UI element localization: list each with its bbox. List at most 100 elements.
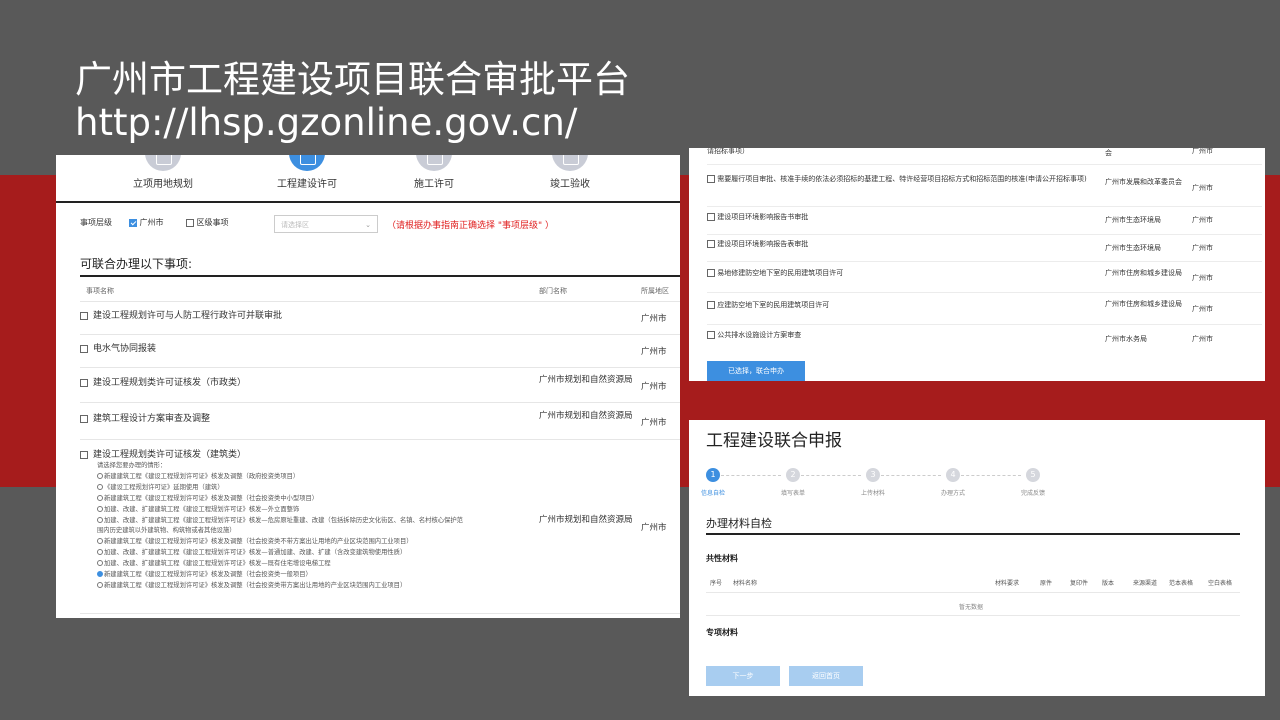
wizard-step-active: 1 信息自检 [689,468,743,497]
checkbox-icon[interactable] [707,213,715,221]
radio-icon[interactable] [97,494,103,501]
item-area: 广州市 [641,523,667,533]
radio-icon[interactable] [97,538,103,545]
level-warning: （请根据办事指南正确选择 "事项层级" ） [387,221,555,231]
radio-icon[interactable] [97,483,103,490]
case-option[interactable]: 加建、改建、扩建建筑工程《建设工程规划许可证》核发—外立面整饰 [97,505,463,516]
wizard-step-number: 2 [786,468,800,482]
screenshot-item-list: 请招标事项） 会 广州市 需要履行项目审批、核准手续的依法必须招标的基建工程、特… [689,148,1265,381]
city-option-label: 广州市 [139,218,164,227]
table-rule [707,261,1262,262]
checkbox-icon[interactable] [80,344,88,353]
case-option[interactable]: 加建、改建、扩建建筑工程《建设工程规划许可证》核发—既有住宅增设电梯工程 [97,559,463,570]
wizard-step: 2 填写表单 [763,468,823,497]
item-name: 公共排水设施设计方案审查 [717,331,802,339]
col-header: 序号 [710,580,723,587]
phase-label: 施工许可 [414,179,454,190]
item-dept: 广州市规划和自然资源局 [539,515,633,525]
form-title: 工程建设联合申报 [706,431,842,451]
city-level-option[interactable]: 广州市 [129,217,164,228]
checkbox-icon[interactable] [707,175,715,183]
table-rule [707,206,1262,207]
radio-selected-icon[interactable] [97,571,103,578]
col-header: 来源渠道 [1133,580,1158,587]
checkbox-icon[interactable] [80,450,88,459]
district-level-option[interactable]: 区级事项 [186,217,229,228]
next-step-button[interactable]: 下一步 [706,666,780,686]
item-dept: 广州市生态环境局 [1105,244,1161,252]
item-dept: 广州市水务局 [1105,335,1147,343]
phase-label: 立项用地规划 [133,179,193,190]
radio-icon[interactable] [97,581,103,588]
case-option-label: 新建建筑工程《建设工程规划许可证》核发及调整（社会投资类带方案出让用地的产业区块… [104,581,407,589]
case-option[interactable]: 新建建筑工程《建设工程规划许可证》核发及调整（政府投资类项目） [97,472,463,483]
checkbox-checked-icon[interactable] [129,218,137,227]
col-header: 复印件 [1070,580,1089,587]
item-dept: 广州市发展和改革委员会 [1105,178,1182,186]
case-option-selected[interactable]: 新建建筑工程《建设工程规划许可证》核发及调整（社会投资类一般项目） [97,570,463,581]
checkbox-icon[interactable] [707,269,715,277]
wizard-step-number: 1 [706,468,720,482]
table-rule [707,324,1262,325]
case-option[interactable]: 新建建筑工程《建设工程规划许可证》核发及调整（社会投资类带方案出让用地的产业区块… [97,581,463,592]
item-area: 广州市 [1192,148,1213,155]
slide-url: http://lhsp.gzonline.gov.cn/ [75,101,578,144]
phase-step-construction[interactable]: 工程建设许可 [237,155,377,190]
item-name: 请招标事项） [707,148,749,155]
empty-table-message: 暂无数据 [959,604,984,611]
item-area: 广州市 [641,347,667,357]
item-area: 广州市 [641,418,667,428]
radio-icon[interactable] [97,505,103,512]
completion-icon [552,155,588,171]
slide-title-text: 广州市工程建设项目联合审批平台 [75,58,630,101]
wizard-step: 4 办理方式 [923,468,983,497]
phase-step-land[interactable]: 立项用地规划 [93,155,233,190]
table-rule [707,292,1262,293]
case-option[interactable]: 加建、改建、扩建建筑工程《建设工程规划许可证》核发—危房原址重建、改建（包括拆除… [97,516,463,527]
case-option[interactable]: 新建建筑工程《建设工程规划许可证》核发及调整（社会投资类中小型项目） [97,494,463,505]
case-option-label: 《建设工程规划许可证》延期使用（建筑） [104,483,224,491]
col-header: 范本表格 [1169,580,1194,587]
radio-icon[interactable] [97,516,103,523]
col-header: 原件 [1040,580,1053,587]
district-select[interactable]: 请选择区 ⌄ [274,215,378,233]
item-area: 广州市 [1192,216,1213,224]
item-dept: 广州市规划和自然资源局 [539,375,633,385]
table-rule [707,234,1262,235]
table-rule [80,439,680,440]
checkbox-icon[interactable] [80,414,88,423]
item-area: 广州市 [641,382,667,392]
item-dept: 广州市住房和城乡建设局 [1105,300,1182,308]
section-divider [80,275,680,277]
checkbox-icon[interactable] [80,378,88,387]
radio-icon[interactable] [97,549,103,556]
wizard-step-label: 上传材料 [860,490,885,497]
checkbox-icon[interactable] [707,331,715,339]
item-name: 建设工程规划许可与人防工程行政许可并联审批 [93,311,283,321]
case-option-label: 加建、改建、扩建建筑工程《建设工程规划许可证》核发—危房原址重建、改建（包括拆除… [104,516,463,524]
phase-step-build[interactable]: 施工许可 [364,155,504,190]
item-name: 建设工程规划类许可证核发（建筑类） [93,450,247,460]
checkbox-icon[interactable] [707,301,715,309]
col-header-dept: 部门名称 [539,287,567,295]
screenshot-joint-application: 工程建设联合申报 1 信息自检 2 填写表单 3 上传材料 4 办理方式 5 完… [689,420,1265,696]
joint-apply-button[interactable]: 已选择，联合申办 [707,361,805,381]
checkbox-icon[interactable] [80,311,88,320]
table-rule [80,367,680,368]
case-option-label: 加建、改建、扩建建筑工程《建设工程规划许可证》核发—既有住宅增设电梯工程 [104,560,331,568]
radio-icon[interactable] [97,472,103,479]
phase-step-completion[interactable]: 竣工验收 [500,155,640,190]
wizard-step: 3 上传材料 [843,468,903,497]
radio-icon[interactable] [97,560,103,567]
case-option[interactable]: 加建、改建、扩建建筑工程《建设工程规划许可证》核发—普通加建、改建、扩建（含改变… [97,548,463,559]
case-option[interactable]: 《建设工程规划许可证》延期使用（建筑） [97,483,463,494]
phase-label: 工程建设许可 [277,179,337,190]
table-rule [706,592,1240,593]
slide-title: 广州市工程建设项目联合审批平台 http://lhsp.gzonline.gov… [75,58,630,144]
item-area: 广州市 [1192,335,1213,343]
col-header: 材料要求 [995,580,1020,587]
checkbox-icon[interactable] [707,240,715,248]
checkbox-icon[interactable] [186,218,194,227]
back-home-button[interactable]: 返回首页 [789,666,863,686]
case-option[interactable]: 新建建筑工程《建设工程规划许可证》核发及调整（社会投资类不带方案出让用地的产业区… [97,537,463,548]
